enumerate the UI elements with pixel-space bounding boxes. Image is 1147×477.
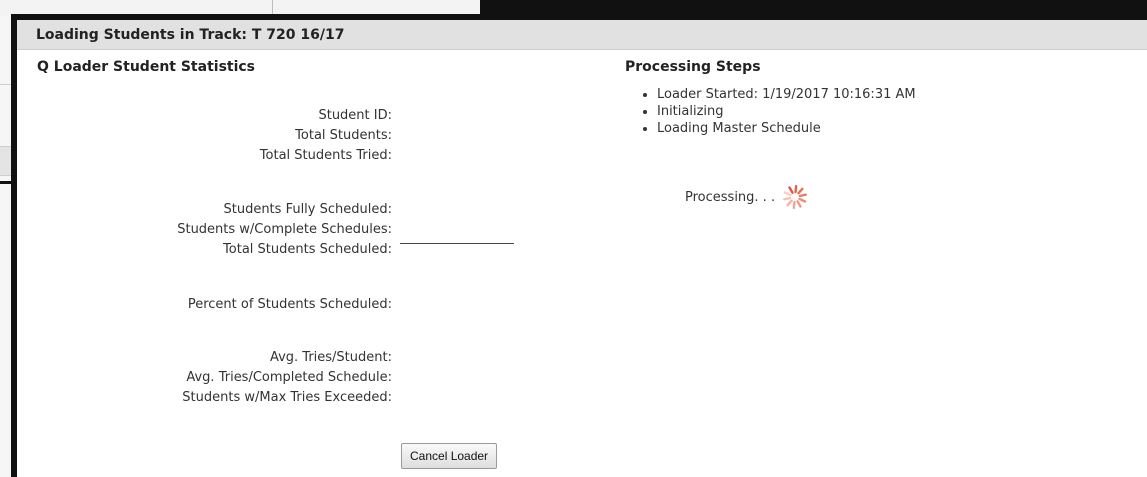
stat-max-tries-exceeded: Students w/Max Tries Exceeded: [182, 390, 392, 405]
loader-dialog: Loading Students in Track: T 720 16/17 Q… [11, 14, 1147, 477]
spinner-spoke [797, 187, 804, 195]
processing-steps-title: Processing Steps [625, 59, 761, 75]
processing-panel: Processing Steps Loader Started: 1/19/20… [625, 57, 1135, 467]
step-text: Loader Started: 1/19/2017 10:16:31 AM [657, 87, 916, 102]
stat-total-students: Total Students: [295, 128, 392, 143]
spinner-spoke [796, 200, 802, 208]
spinner-spoke [798, 193, 808, 198]
stat-avg-tries-student: Avg. Tries/Student: [269, 350, 392, 365]
dialog-title-bar: Loading Students in Track: T 720 16/17 [17, 20, 1147, 50]
stat-total-students-tried: Total Students Tried: [259, 148, 392, 163]
step-text: Initializing [657, 104, 724, 119]
spinner-spoke [786, 199, 793, 207]
processing-status: Processing. . . [685, 183, 809, 211]
spinner-spoke [788, 186, 794, 194]
processing-status-text: Processing. . . [685, 189, 776, 205]
spinner-spoke [798, 197, 807, 203]
dialog-title: Loading Students in Track: T 720 16/17 [36, 26, 345, 43]
bullet-icon [643, 92, 647, 97]
statistics-title: Q Loader Student Statistics [37, 59, 256, 75]
processing-steps-list: Loader Started: 1/19/2017 10:16:31 AM In… [625, 86, 916, 137]
step-text: Loading Master Schedule [657, 121, 821, 136]
list-item: Loading Master Schedule [625, 120, 916, 137]
stat-students-complete-schedules: Students w/Complete Schedules: [177, 222, 392, 237]
cancel-loader-button[interactable]: Cancel Loader [401, 443, 498, 469]
stat-total-students-scheduled: Total Students Scheduled: [223, 242, 392, 257]
list-item: Loader Started: 1/19/2017 10:16:31 AM [625, 86, 916, 103]
loading-spinner-icon [783, 184, 808, 210]
stat-percent-scheduled: Percent of Students Scheduled: [187, 297, 392, 312]
stat-students-fully-scheduled: Students Fully Scheduled: [223, 202, 392, 217]
statistics-panel: Q Loader Student Statistics Student ID: … [37, 57, 517, 469]
bullet-icon [643, 126, 647, 131]
list-item: Initializing [625, 103, 916, 120]
spinner-spoke [794, 184, 798, 194]
bullet-icon [643, 109, 647, 114]
spinner-spoke [792, 200, 796, 210]
stat-avg-tries-completed: Avg. Tries/Completed Schedule: [186, 370, 392, 385]
spinner-spoke [783, 196, 792, 201]
stat-value-underline [400, 243, 514, 244]
stat-student-id: Student ID: [318, 108, 392, 123]
screen: Loading Students in Track: T 720 16/17 Q… [0, 0, 1147, 477]
spinner-spoke [783, 191, 792, 197]
